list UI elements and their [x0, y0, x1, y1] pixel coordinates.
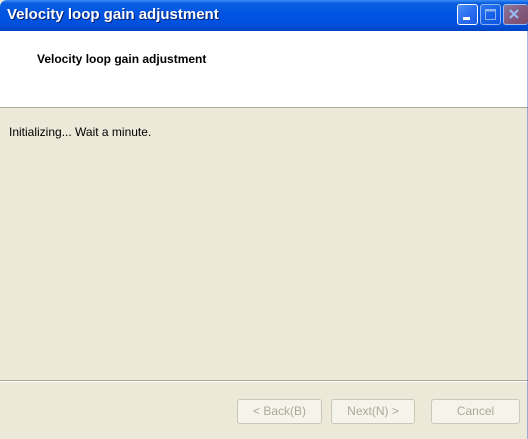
cancel-button[interactable]: Cancel [431, 399, 520, 424]
status-message: Initializing... Wait a minute. [9, 125, 152, 139]
window-title: Velocity loop gain adjustment [7, 6, 219, 23]
minimize-icon [463, 17, 470, 20]
page-title: Velocity loop gain adjustment [37, 52, 207, 66]
title-bar[interactable]: Velocity loop gain adjustment [0, 0, 528, 31]
close-icon [509, 9, 519, 19]
minimize-button[interactable] [457, 4, 478, 25]
back-button[interactable]: < Back(B) [237, 399, 322, 424]
wizard-header: Velocity loop gain adjustment [0, 31, 528, 108]
maximize-button[interactable] [480, 4, 501, 25]
next-button[interactable]: Next(N) > [331, 399, 415, 424]
wizard-content: Initializing... Wait a minute. [0, 108, 528, 380]
close-button[interactable] [503, 4, 528, 25]
footer-divider [0, 380, 528, 382]
wizard-window: Velocity loop gain adjustment Velocity l… [0, 0, 528, 439]
maximize-icon [485, 9, 496, 20]
